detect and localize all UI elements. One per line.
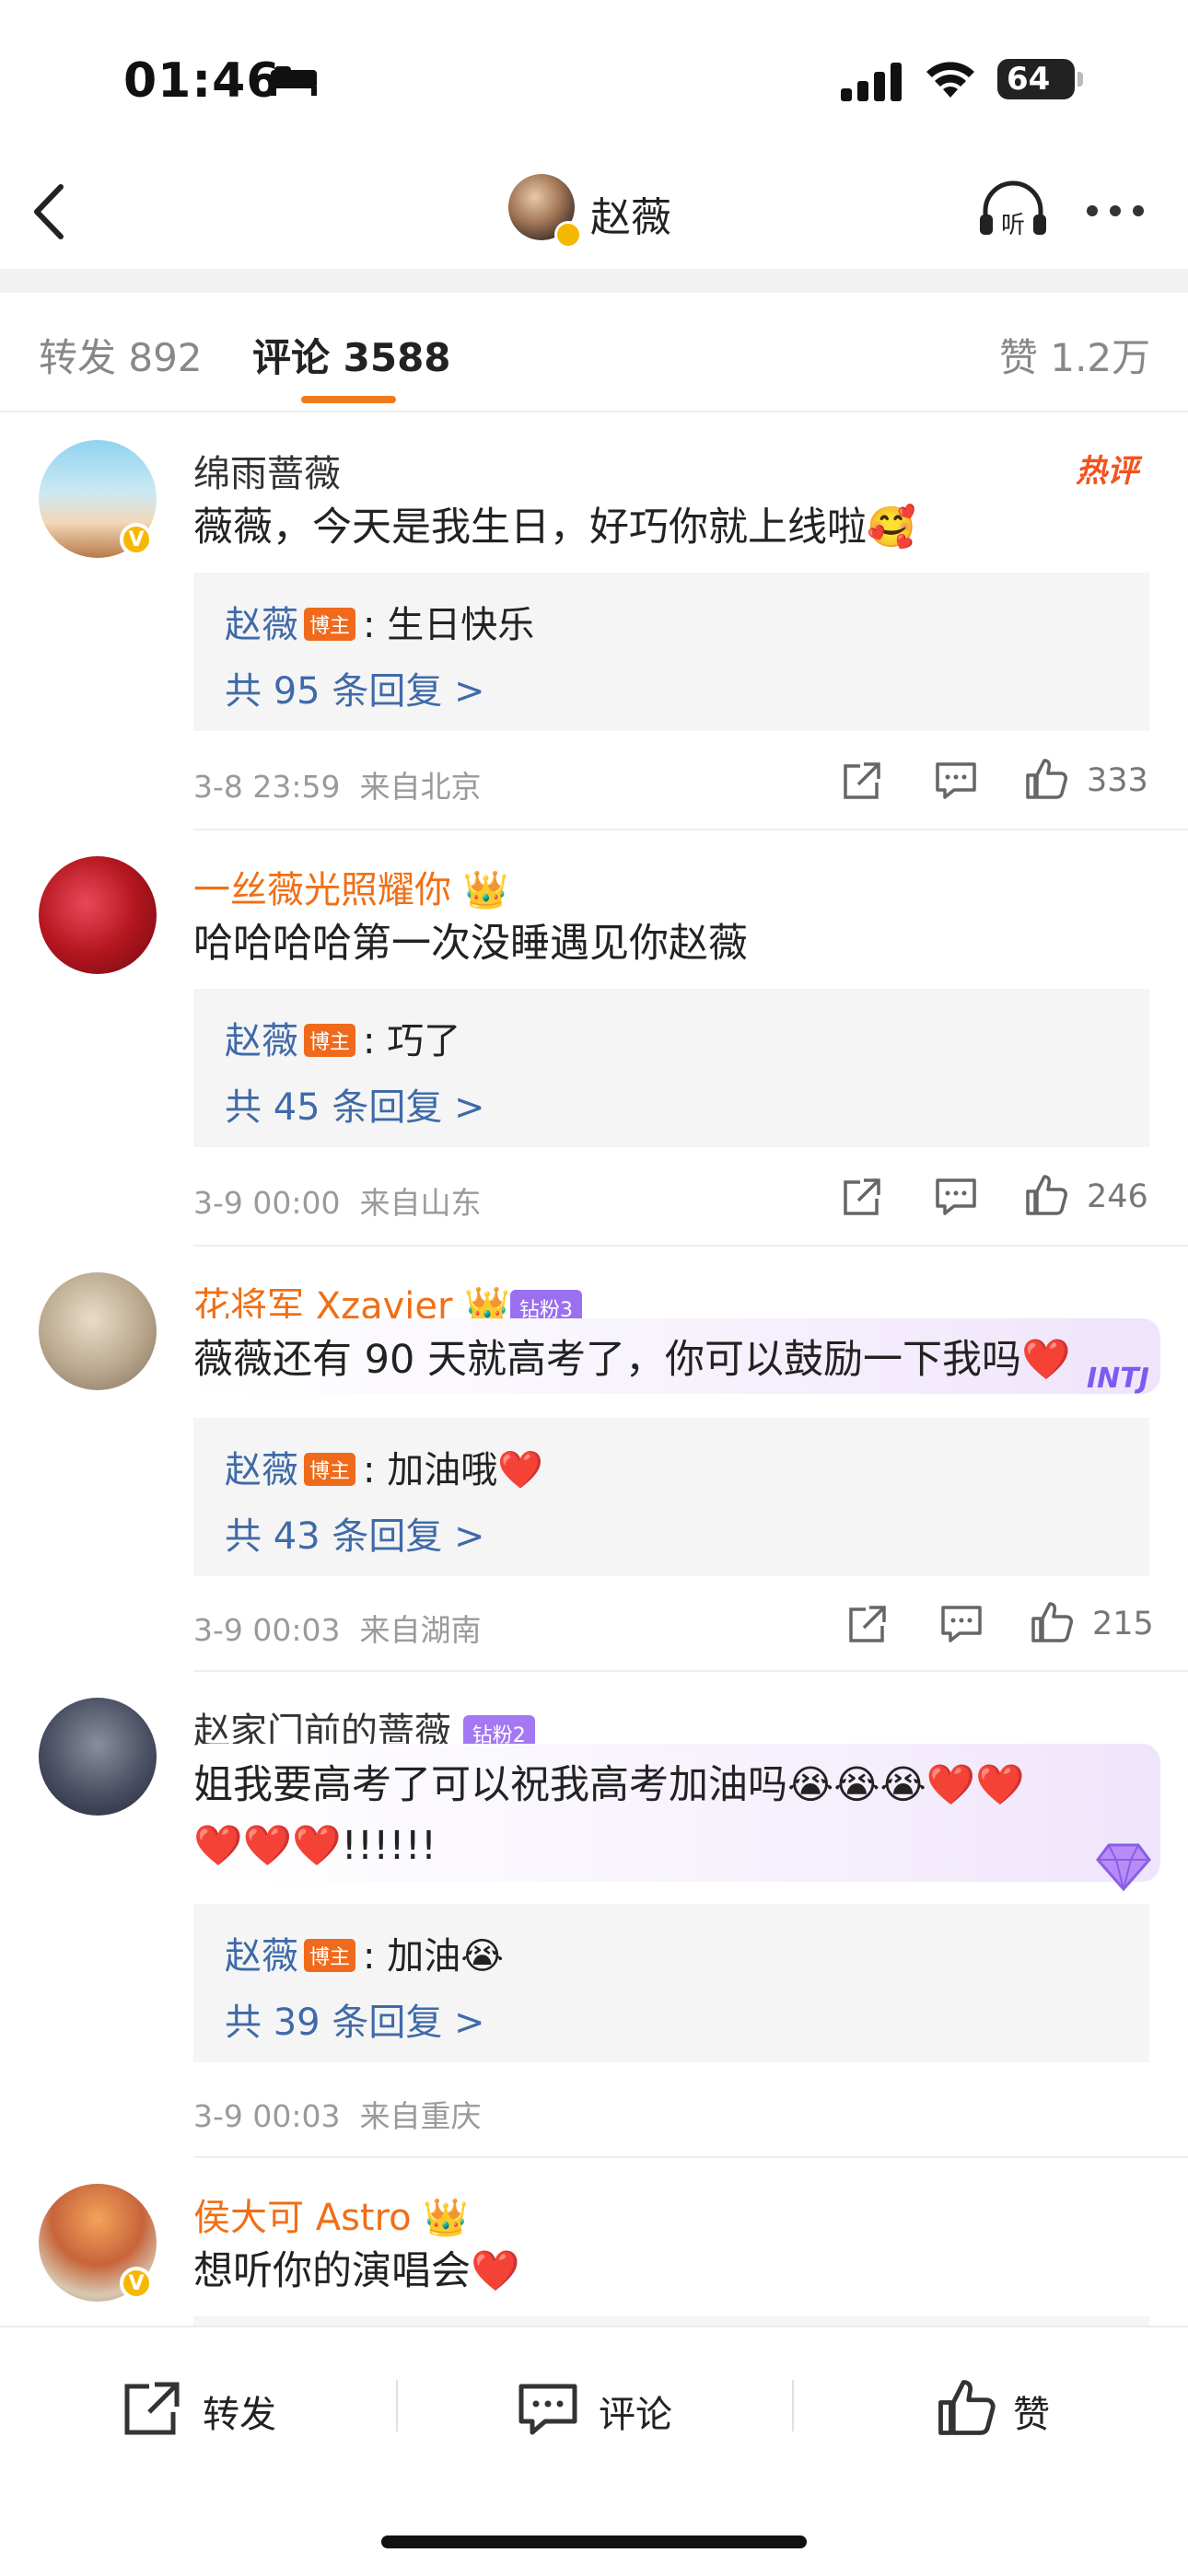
view-replies-link[interactable]: 共 43 条回复 > [225,1506,485,1560]
reply-comment-icon[interactable] [934,1175,978,1219]
comment-avatar[interactable] [39,856,157,974]
verified-badge-icon [554,221,582,249]
verified-badge-icon: V [120,523,153,556]
blogger-badge: 博主 [304,1024,356,1057]
reply-comment-icon[interactable] [939,1602,984,1646]
bottom-separator [792,2380,794,2431]
like-bottom-icon[interactable] [936,2377,996,2438]
like-count: 246 [1087,1178,1148,1215]
reply-line: 赵薇 博主: 生日快乐 [225,604,535,646]
crown-icon: 👑 [423,2197,470,2239]
active-tab-indicator [301,396,396,403]
comment-username[interactable]: 一丝薇光照耀你 👑 [193,860,509,913]
header-divider [0,269,1188,293]
reply-line: 赵薇 博主: 巧了 [225,1020,461,1062]
comment-meta: 3-9 00:00 来自山东 [193,1185,482,1221]
sleep-focus-icon [271,66,317,96]
listen-headphones-icon[interactable]: 听 [976,180,1050,238]
cellular-signal-icon [841,63,902,101]
share-icon[interactable] [840,1175,884,1219]
back-icon[interactable] [28,180,74,244]
comment-divider [193,829,1188,830]
mbti-card-tag: INTJ [1087,1363,1149,1395]
comment-avatar[interactable] [39,1272,157,1390]
verified-badge-icon: V [120,2267,153,2300]
comment-meta: 3-8 23:59 来自北京 [193,769,482,805]
comment-text: 薇薇，今天是我生日，好巧你就上线啦🥰 [193,505,916,551]
like-icon[interactable] [1030,1600,1074,1644]
view-replies-link[interactable]: 共 95 条回复 > [225,661,485,714]
comment-divider [193,1670,1188,1672]
comment-text: 姐我要高考了可以祝我高考加油吗😭😭😭❤️❤️ [193,1762,1025,1808]
comment-button[interactable]: 评论 [599,2385,672,2438]
comment-username[interactable]: 侯大可 Astro 👑 [193,2187,469,2241]
wifi-icon [926,62,974,98]
repost-icon[interactable] [122,2381,182,2438]
share-icon[interactable] [840,759,884,803]
comment-meta: 3-9 00:03 来自湖南 [193,1612,482,1648]
tab-likes[interactable]: 赞 1.2万 [999,327,1150,383]
bottom-separator [396,2380,398,2431]
home-indicator [381,2535,807,2548]
reply-comment-icon[interactable] [934,759,978,803]
status-time: 01:46 [123,53,281,109]
comment-text: 哈哈哈哈第一次没睡遇见你赵薇 [193,921,748,967]
like-button[interactable]: 赞 [1013,2385,1050,2438]
like-count: 215 [1092,1606,1154,1642]
comment-divider [193,1245,1188,1247]
reply-line: 赵薇 博主: 加油哦❤️ [225,1449,544,1491]
blogger-badge: 博主 [304,608,356,641]
comment-icon[interactable] [518,2381,578,2438]
battery-indicator: 64 [997,59,1075,99]
blogger-badge: 博主 [304,1453,356,1486]
like-icon[interactable] [1024,1173,1068,1217]
tab-repost[interactable]: 转发 892 [39,327,203,383]
comment-meta: 3-9 00:03 来自重庆 [193,2098,482,2134]
comment-username[interactable]: 绵雨蔷薇 [193,444,341,497]
svg-text:听: 听 [1001,212,1025,238]
more-options-icon[interactable] [1087,203,1156,220]
comment-text: 想听你的演唱会❤️ [193,2248,520,2294]
battery-tip [1077,72,1083,87]
like-count: 333 [1087,762,1148,799]
comment-divider [193,2156,1188,2158]
tabs-divider [0,411,1188,412]
comment-text: 薇薇还有 90 天就高考了，你可以鼓励一下我吗❤️ [193,1337,1071,1383]
repost-button[interactable]: 转发 [203,2385,276,2438]
comment-text-line2: ❤️❤️❤️!!!!!! [193,1823,437,1869]
author-name[interactable]: 赵薇 [590,184,671,243]
share-icon[interactable] [845,1602,890,1646]
comment-avatar[interactable] [39,1698,157,1816]
crown-icon: 👑 [462,869,509,911]
like-icon[interactable] [1024,757,1068,801]
diamond-icon [1096,1843,1151,1891]
blogger-badge: 博主 [304,1939,356,1972]
view-replies-link[interactable]: 共 45 条回复 > [225,1077,485,1131]
view-replies-link[interactable]: 共 39 条回复 > [225,1992,485,2046]
hot-comment-badge: 热评 [1076,453,1138,490]
tab-comments[interactable]: 评论 3588 [252,327,451,383]
reply-line: 赵薇 博主: 加油😭 [225,1935,504,1978]
